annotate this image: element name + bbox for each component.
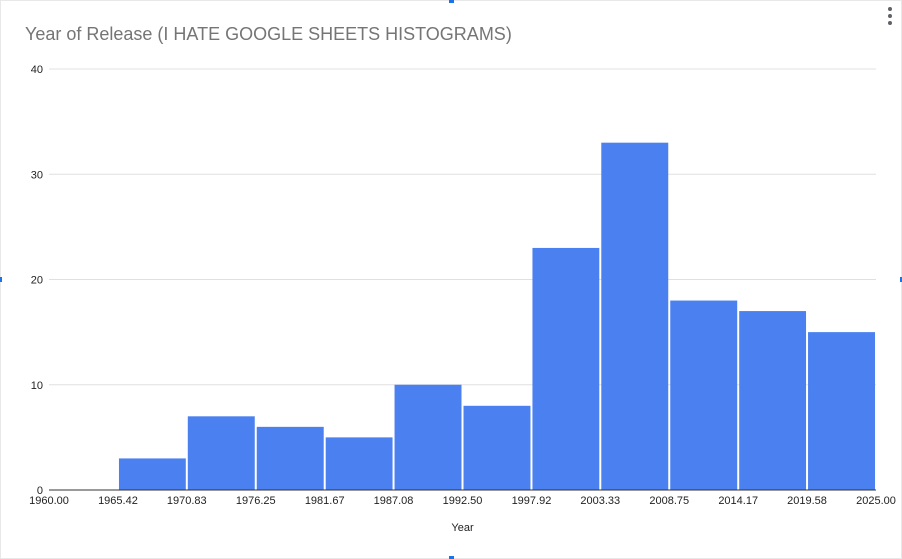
x-tick-label: 1976.25 (236, 495, 276, 507)
histogram-bar[interactable] (808, 332, 875, 490)
histogram-bar[interactable] (463, 405, 531, 490)
y-tick-label: 40 (31, 64, 43, 76)
x-tick-label: 1965.42 (98, 495, 138, 507)
histogram-bar[interactable] (739, 311, 807, 490)
y-tick-labels: 010203040 (31, 64, 43, 497)
histogram-bar[interactable] (394, 384, 462, 490)
x-tick-label: 1987.08 (374, 495, 414, 507)
histogram-bar[interactable] (670, 300, 738, 490)
y-tick-label: 20 (31, 275, 43, 287)
histogram-bar[interactable] (187, 416, 255, 490)
x-tick-label: 1981.67 (305, 495, 345, 507)
histogram-bar[interactable] (532, 247, 600, 490)
x-tick-labels: 1960.00 1965.42 1970.83 1976.25 1981.67 1987.… (29, 495, 896, 507)
x-tick-label: 2014.17 (718, 495, 758, 507)
histogram-bar[interactable] (256, 426, 324, 490)
x-tick-label: 1970.83 (167, 495, 207, 507)
histogram-bar[interactable] (325, 437, 393, 490)
x-axis-title: Year (451, 522, 474, 534)
x-tick-label: 2003.33 (580, 495, 620, 507)
y-tick-label: 30 (31, 169, 43, 181)
x-tick-label: 1960.00 (29, 495, 69, 507)
x-tick-label: 2019.58 (787, 495, 827, 507)
histogram-bar[interactable] (601, 142, 669, 491)
y-tick-label: 10 (31, 380, 43, 392)
x-tick-label: 1992.50 (443, 495, 483, 507)
histogram-bar[interactable] (118, 458, 186, 490)
x-tick-label: 2008.75 (649, 495, 689, 507)
chart-plot: 010203040 1960.00 1965.42 1970.83 1976.25 19… (29, 64, 896, 534)
x-tick-label: 1997.92 (512, 495, 552, 507)
x-tick-label: 2025.00 (856, 495, 896, 507)
bars (118, 142, 875, 491)
